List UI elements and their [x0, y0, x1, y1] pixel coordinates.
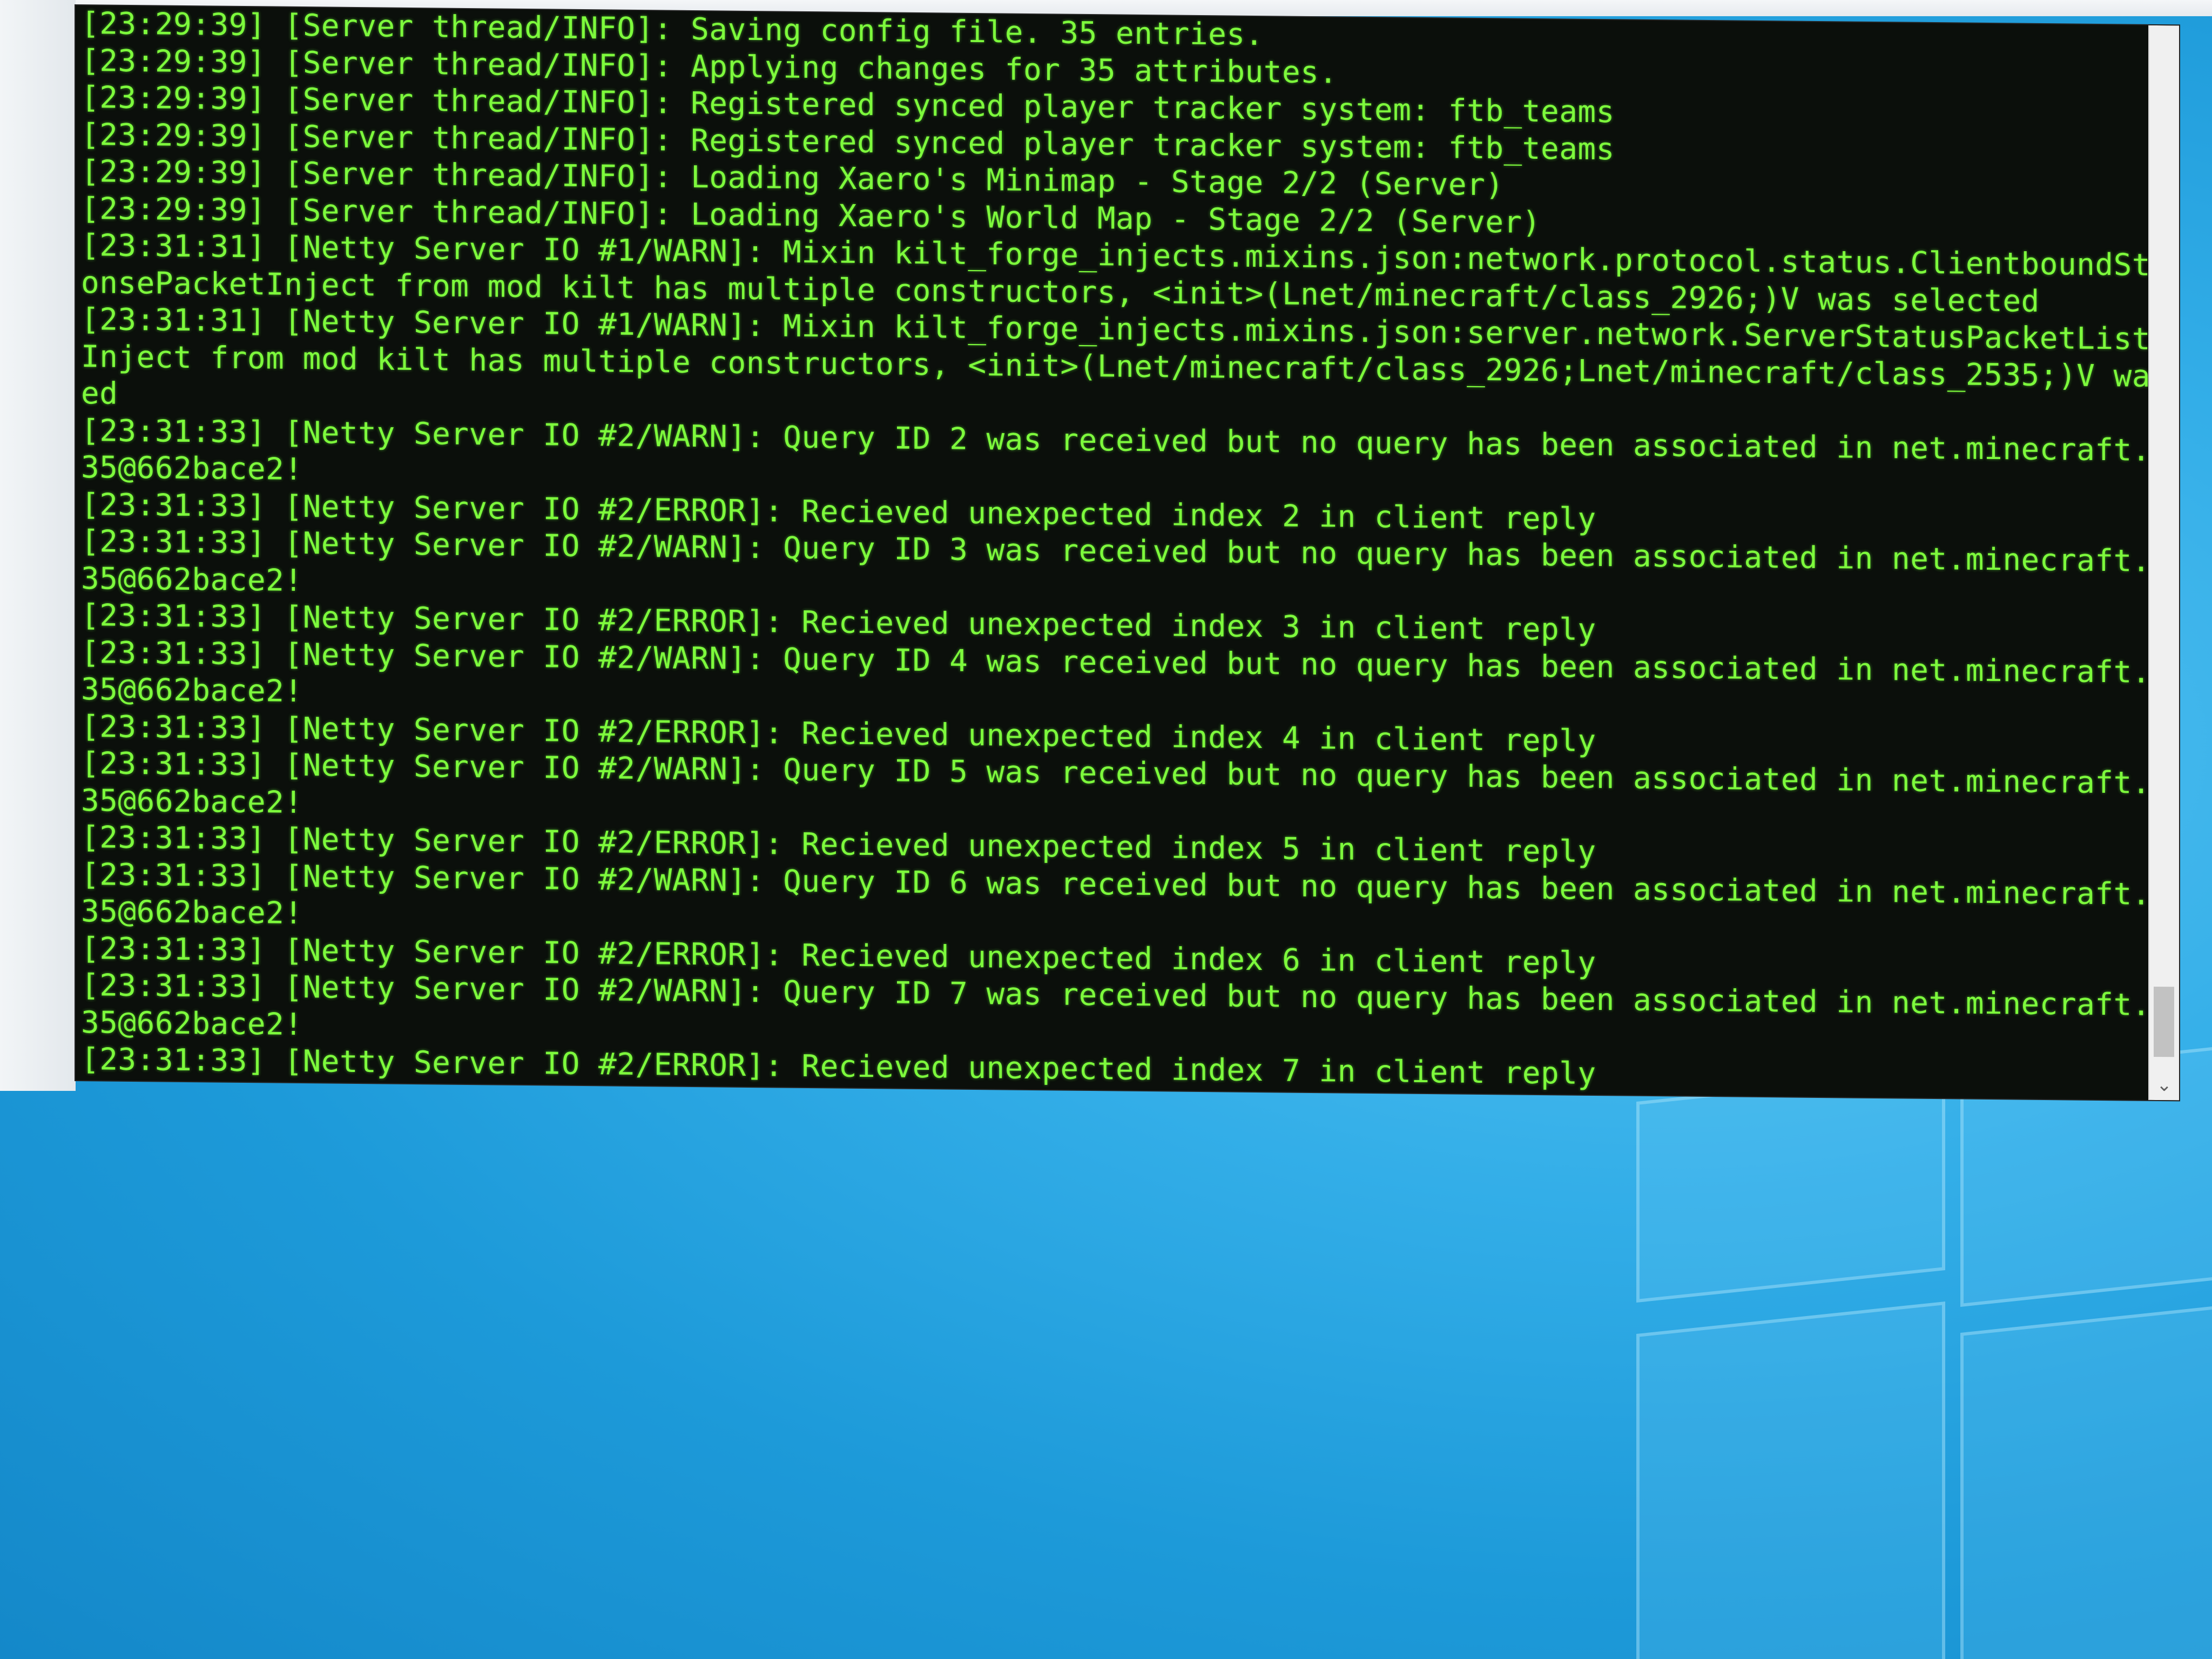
chevron-down-icon[interactable]: ⌄ [2149, 1070, 2179, 1101]
console-log: [23:29:39] [Server thread/INFO]: Saving … [81, 5, 2179, 1100]
windows-logo-pane [1636, 1069, 1945, 1303]
windows-logo-pane [1960, 1303, 2212, 1659]
scrollbar-thumb[interactable] [2154, 986, 2174, 1057]
windows-logo-pane [1636, 1301, 1945, 1659]
server-console-window[interactable]: [23:29:39] [Server thread/INFO]: Saving … [76, 5, 2179, 1101]
left-screen-margin [0, 0, 76, 1091]
vertical-scrollbar[interactable]: ⌄ [2148, 25, 2179, 1101]
monitor-screen: [23:29:39] [Server thread/INFO]: Saving … [0, 0, 2212, 1659]
